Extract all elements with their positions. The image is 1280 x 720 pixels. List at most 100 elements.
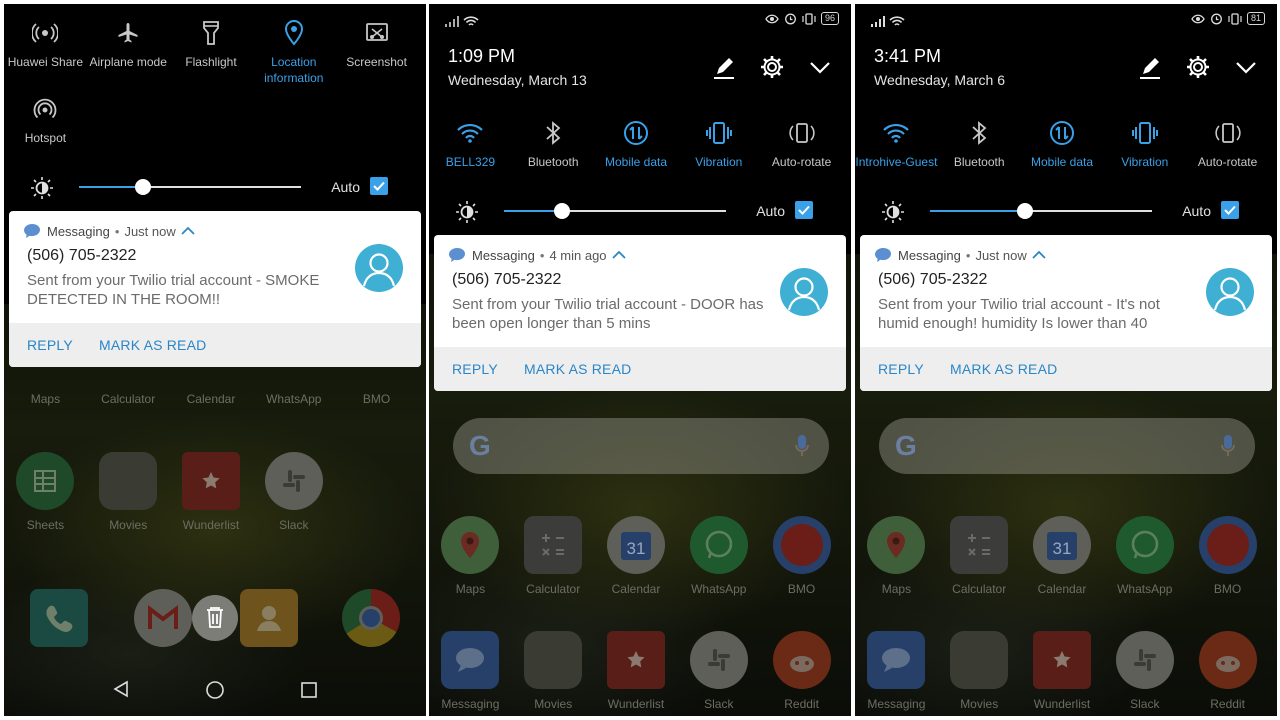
toggle-location[interactable]: Location information bbox=[252, 16, 335, 86]
app-maps[interactable]: Maps bbox=[4, 384, 87, 406]
home-icon[interactable] bbox=[205, 680, 225, 700]
notification-header: Messaging • 4 min ago bbox=[448, 247, 626, 263]
app-calendar[interactable]: Calendar bbox=[170, 384, 253, 406]
app-calculator[interactable]: Calculator bbox=[512, 516, 595, 596]
auto-brightness-checkbox[interactable] bbox=[795, 201, 813, 219]
google-icon: G bbox=[469, 430, 491, 461]
app-slack[interactable]: Slack bbox=[677, 631, 760, 711]
brightness-slider[interactable] bbox=[79, 179, 301, 195]
status-bar: 96 bbox=[445, 12, 839, 30]
app-label: Maps bbox=[881, 582, 912, 596]
mark-as-read-button[interactable]: MARK AS READ bbox=[950, 361, 1057, 377]
settings-icon[interactable] bbox=[1185, 54, 1211, 80]
toggle-bluetooth[interactable]: Bluetooth bbox=[512, 116, 595, 170]
app-reddit[interactable]: Reddit bbox=[760, 631, 843, 711]
app-calculator[interactable]: Calculator bbox=[938, 516, 1021, 596]
brightness-slider[interactable] bbox=[504, 203, 726, 219]
reply-button[interactable]: REPLY bbox=[27, 337, 73, 353]
app-maps[interactable]: Maps bbox=[855, 516, 938, 596]
app-messaging[interactable]: Messaging bbox=[855, 631, 938, 711]
toggle-auto-rotate[interactable]: Auto-rotate bbox=[1186, 116, 1269, 170]
app-wunderlist[interactable]: Wunderlist bbox=[595, 631, 678, 711]
notification-header: Messaging • Just now bbox=[874, 247, 1046, 263]
auto-brightness-checkbox[interactable] bbox=[1221, 201, 1239, 219]
toggle-mobile-data[interactable]: Mobile data bbox=[595, 116, 678, 170]
app-calculator[interactable]: Calculator bbox=[87, 384, 170, 406]
toggle-auto-rotate[interactable]: Auto-rotate bbox=[760, 116, 843, 170]
edit-icon[interactable] bbox=[711, 54, 737, 80]
mark-as-read-button[interactable]: MARK AS READ bbox=[99, 337, 206, 353]
header-actions bbox=[711, 54, 833, 80]
toggle-flashlight[interactable]: Flashlight bbox=[170, 16, 253, 86]
signal-icon bbox=[445, 14, 479, 28]
app-reddit[interactable]: Reddit bbox=[1186, 631, 1269, 711]
app-movies[interactable]: Movies bbox=[512, 631, 595, 711]
app-bmo[interactable]: BMO bbox=[335, 384, 418, 406]
location-icon bbox=[283, 16, 305, 50]
brightness-knob[interactable] bbox=[135, 179, 151, 195]
toggle-vibration[interactable]: Vibration bbox=[1103, 116, 1186, 170]
battery-level: 96 bbox=[820, 12, 839, 25]
app-movies[interactable]: Movies bbox=[938, 631, 1021, 711]
brightness-slider[interactable] bbox=[930, 203, 1152, 219]
toggle-bluetooth[interactable]: Bluetooth bbox=[938, 116, 1021, 170]
reddit-icon bbox=[772, 631, 831, 689]
chevron-up-icon[interactable] bbox=[181, 226, 195, 236]
gmail-icon[interactable] bbox=[134, 589, 192, 647]
app-whatsapp[interactable]: WhatsApp bbox=[1103, 516, 1186, 596]
notification-card[interactable]: Messaging • Just now (506) 705-2322 Sent… bbox=[9, 211, 421, 367]
chevron-up-icon[interactable] bbox=[1032, 250, 1046, 260]
chevron-up-icon[interactable] bbox=[611, 250, 626, 260]
notification-card[interactable]: Messaging • Just now (506) 705-2322 Sent… bbox=[860, 235, 1272, 391]
edit-icon[interactable] bbox=[1137, 54, 1163, 80]
app-bmo[interactable]: BMO bbox=[760, 516, 843, 596]
app-maps[interactable]: Maps bbox=[429, 516, 512, 596]
app-wunderlist[interactable]: Wunderlist bbox=[1021, 631, 1104, 711]
app-wunderlist[interactable]: Wunderlist bbox=[170, 452, 253, 532]
app-whatsapp[interactable]: WhatsApp bbox=[677, 516, 760, 596]
settings-icon[interactable] bbox=[759, 54, 785, 80]
app-label: Calculator bbox=[952, 582, 1007, 596]
reply-button[interactable]: REPLY bbox=[878, 361, 924, 377]
phone-icon[interactable] bbox=[30, 589, 88, 647]
toggle-wifi[interactable]: Introhive-Guest bbox=[855, 116, 938, 170]
auto-brightness-label: Auto bbox=[1182, 203, 1211, 219]
app-whatsapp[interactable]: WhatsApp bbox=[252, 384, 335, 406]
mic-icon[interactable] bbox=[795, 434, 809, 458]
mark-as-read-button[interactable]: MARK AS READ bbox=[524, 361, 631, 377]
toggle-wifi[interactable]: BELL329 bbox=[429, 116, 512, 170]
google-search-bar[interactable]: G bbox=[453, 418, 829, 474]
reply-button[interactable]: REPLY bbox=[452, 361, 498, 377]
app-bmo[interactable]: BMO bbox=[1186, 516, 1269, 596]
toggle-airplane[interactable]: Airplane mode bbox=[87, 16, 170, 86]
toggle-vibration[interactable]: Vibration bbox=[677, 116, 760, 170]
chevron-down-icon[interactable] bbox=[1233, 54, 1259, 80]
toggle-huawei-share[interactable]: Huawei Share bbox=[4, 16, 87, 86]
notification-card[interactable]: Messaging • 4 min ago (506) 705-2322 Sen… bbox=[434, 235, 846, 391]
app-slack[interactable]: Slack bbox=[252, 452, 335, 532]
app-label: WhatsApp bbox=[266, 392, 322, 406]
app-calendar[interactable]: 31 Calendar bbox=[595, 516, 678, 596]
app-label: Calculator bbox=[101, 392, 156, 406]
trash-icon[interactable] bbox=[192, 595, 238, 641]
app-sheets[interactable]: Sheets bbox=[4, 452, 87, 532]
notification-time: 4 min ago bbox=[549, 247, 607, 263]
app-messaging[interactable]: Messaging bbox=[429, 631, 512, 711]
toggle-mobile-data[interactable]: Mobile data bbox=[1021, 116, 1104, 170]
toggle-screenshot[interactable]: Screenshot bbox=[335, 16, 418, 86]
toggle-hotspot[interactable]: Hotspot bbox=[4, 92, 87, 146]
mic-icon[interactable] bbox=[1221, 434, 1235, 458]
contacts-icon[interactable] bbox=[240, 589, 298, 647]
chevron-down-icon[interactable] bbox=[807, 54, 833, 80]
google-search-bar[interactable]: G bbox=[879, 418, 1255, 474]
eye-icon bbox=[765, 14, 779, 23]
brightness-knob[interactable] bbox=[1017, 203, 1033, 219]
back-icon[interactable] bbox=[112, 680, 130, 698]
brightness-knob[interactable] bbox=[554, 203, 570, 219]
recents-icon[interactable] bbox=[300, 681, 318, 699]
app-calendar[interactable]: 31 Calendar bbox=[1021, 516, 1104, 596]
app-movies[interactable]: Movies bbox=[87, 452, 170, 532]
app-slack[interactable]: Slack bbox=[1103, 631, 1186, 711]
chrome-icon[interactable] bbox=[342, 589, 400, 647]
auto-brightness-checkbox[interactable] bbox=[370, 177, 388, 195]
